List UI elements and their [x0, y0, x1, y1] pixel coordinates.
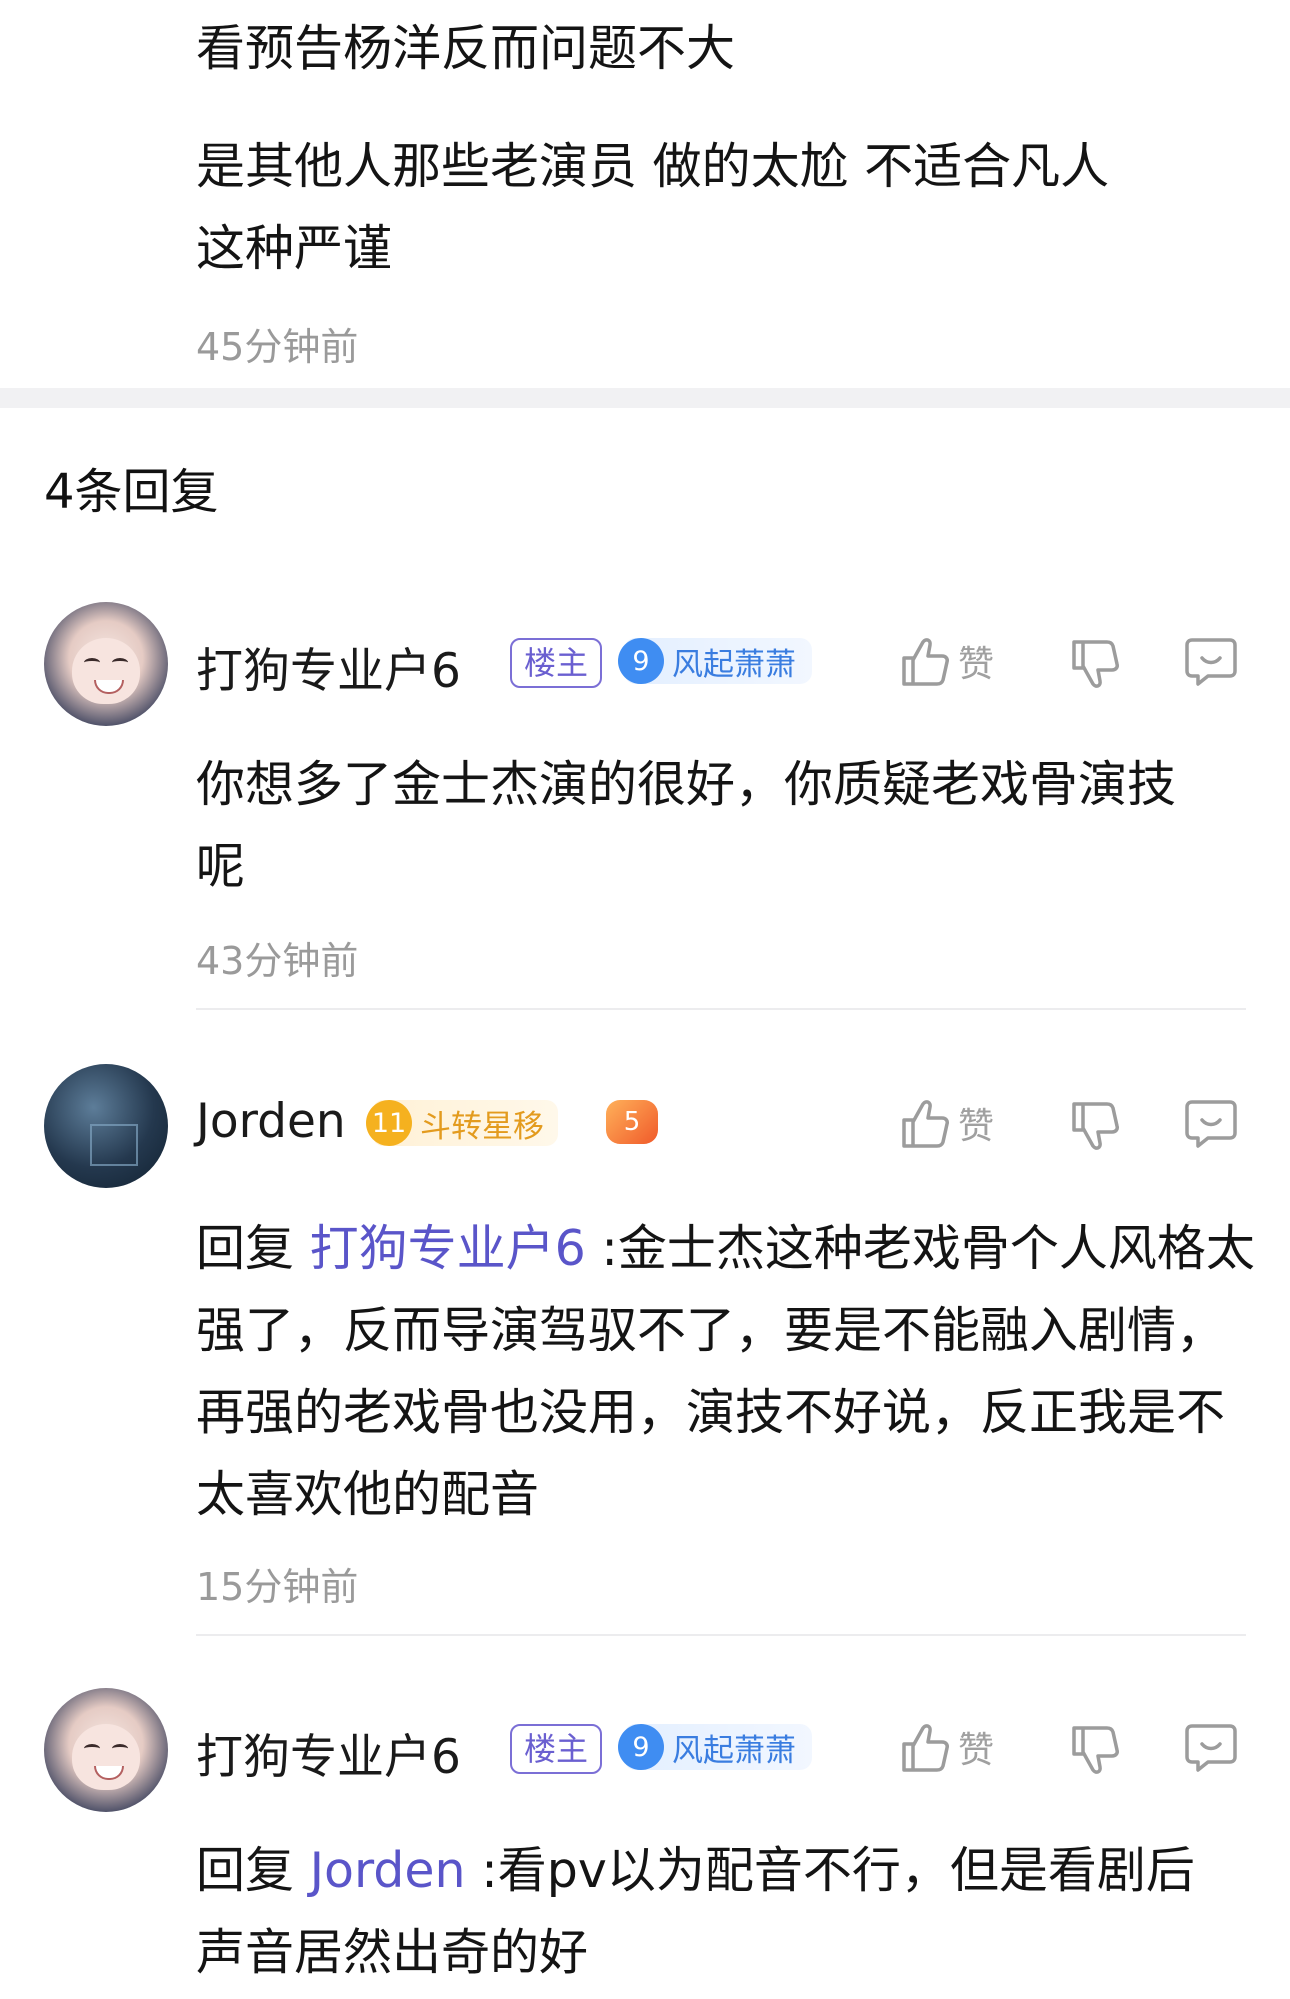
reply-timestamp: 15分钟前	[196, 1565, 359, 1609]
fan-level-icon: 9	[618, 638, 664, 684]
comment-text-line: 看预告杨洋反而问题不大	[196, 20, 736, 77]
reply-prefix: 回复	[196, 1220, 295, 1277]
comment-text-line: 是其他人那些老演员 做的太尬 不适合凡人	[196, 138, 1110, 195]
replies-count: 4条回复	[44, 464, 219, 520]
thumbs-up-icon	[902, 1100, 949, 1148]
fan-level-icon: 11	[366, 1100, 412, 1146]
avatar-face	[72, 638, 140, 704]
comment-timestamp: 45分钟前	[196, 325, 359, 369]
mention-link[interactable]: Jorden	[310, 1842, 466, 1899]
thumbs-down-icon	[1072, 640, 1119, 688]
fan-level-icon: 9	[618, 1724, 664, 1770]
row-divider	[196, 1008, 1246, 1010]
mention-link[interactable]: 打狗专业户6	[310, 1220, 586, 1277]
thumbs-up-icon	[902, 638, 949, 686]
avatar-graphic	[90, 1124, 138, 1166]
fan-badge[interactable]: 9 风起萧萧	[618, 638, 812, 684]
reply-prefix: 回复	[196, 1842, 295, 1899]
like-button[interactable]: 赞	[898, 634, 994, 688]
section-divider	[0, 388, 1290, 408]
thumbs-down-icon	[1072, 1102, 1119, 1150]
like-button[interactable]: 赞	[898, 1096, 994, 1150]
avatar[interactable]	[44, 602, 168, 726]
username[interactable]: 打狗专业户6	[196, 1718, 461, 1787]
like-button[interactable]: 赞	[898, 1720, 994, 1774]
fan-badge[interactable]: 9 风起萧萧	[618, 1724, 812, 1770]
fan-badge-title: 风起萧萧	[672, 646, 796, 683]
fan-badge[interactable]: 11 斗转星移	[366, 1100, 558, 1146]
owner-tag: 楼主	[510, 1724, 603, 1774]
avatar[interactable]	[44, 1688, 168, 1812]
reply-timestamp: 43分钟前	[196, 939, 359, 983]
game-badge-icon[interactable]: 5	[606, 1100, 658, 1144]
username[interactable]: Jorden	[196, 1094, 346, 1149]
comment-bubble-icon	[1185, 1100, 1237, 1148]
comment-bubble-icon	[1185, 638, 1237, 686]
avatar[interactable]	[44, 1064, 168, 1188]
row-divider	[196, 1634, 1246, 1636]
reply-text: 回复 打狗专业户6 :金士杰这种老戏骨个人风格太强了，反而导演驾驭不了，要是不能…	[196, 1208, 1256, 1536]
thumbs-up-icon	[902, 1724, 949, 1772]
comment-button[interactable]	[1184, 1096, 1238, 1150]
owner-tag: 楼主	[510, 638, 603, 688]
dislike-button[interactable]	[1068, 1098, 1120, 1154]
dislike-button[interactable]	[1068, 636, 1120, 692]
comment-text-line: 这种严谨	[196, 220, 393, 277]
reply-text: 你想多了金士杰演的很好，你质疑老戏骨演技呢	[196, 744, 1206, 908]
reply-body: 你想多了金士杰演的很好，你质疑老戏骨演技呢	[196, 756, 1177, 895]
comment-button[interactable]	[1184, 1720, 1238, 1774]
avatar-face	[72, 1724, 140, 1790]
reply-text: 回复 Jorden :看pv以为配音不行，但是看剧后声音居然出奇的好	[196, 1830, 1236, 1994]
like-label: 赞	[958, 1106, 995, 1147]
dislike-button[interactable]	[1068, 1722, 1120, 1778]
comment-button[interactable]	[1184, 634, 1238, 688]
fan-badge-title: 斗转星移	[420, 1108, 544, 1145]
like-label: 赞	[958, 644, 995, 685]
comment-bubble-icon	[1185, 1724, 1237, 1772]
like-label: 赞	[958, 1730, 995, 1771]
username[interactable]: 打狗专业户6	[196, 632, 461, 701]
thumbs-down-icon	[1072, 1726, 1119, 1774]
fan-badge-title: 风起萧萧	[672, 1732, 796, 1769]
